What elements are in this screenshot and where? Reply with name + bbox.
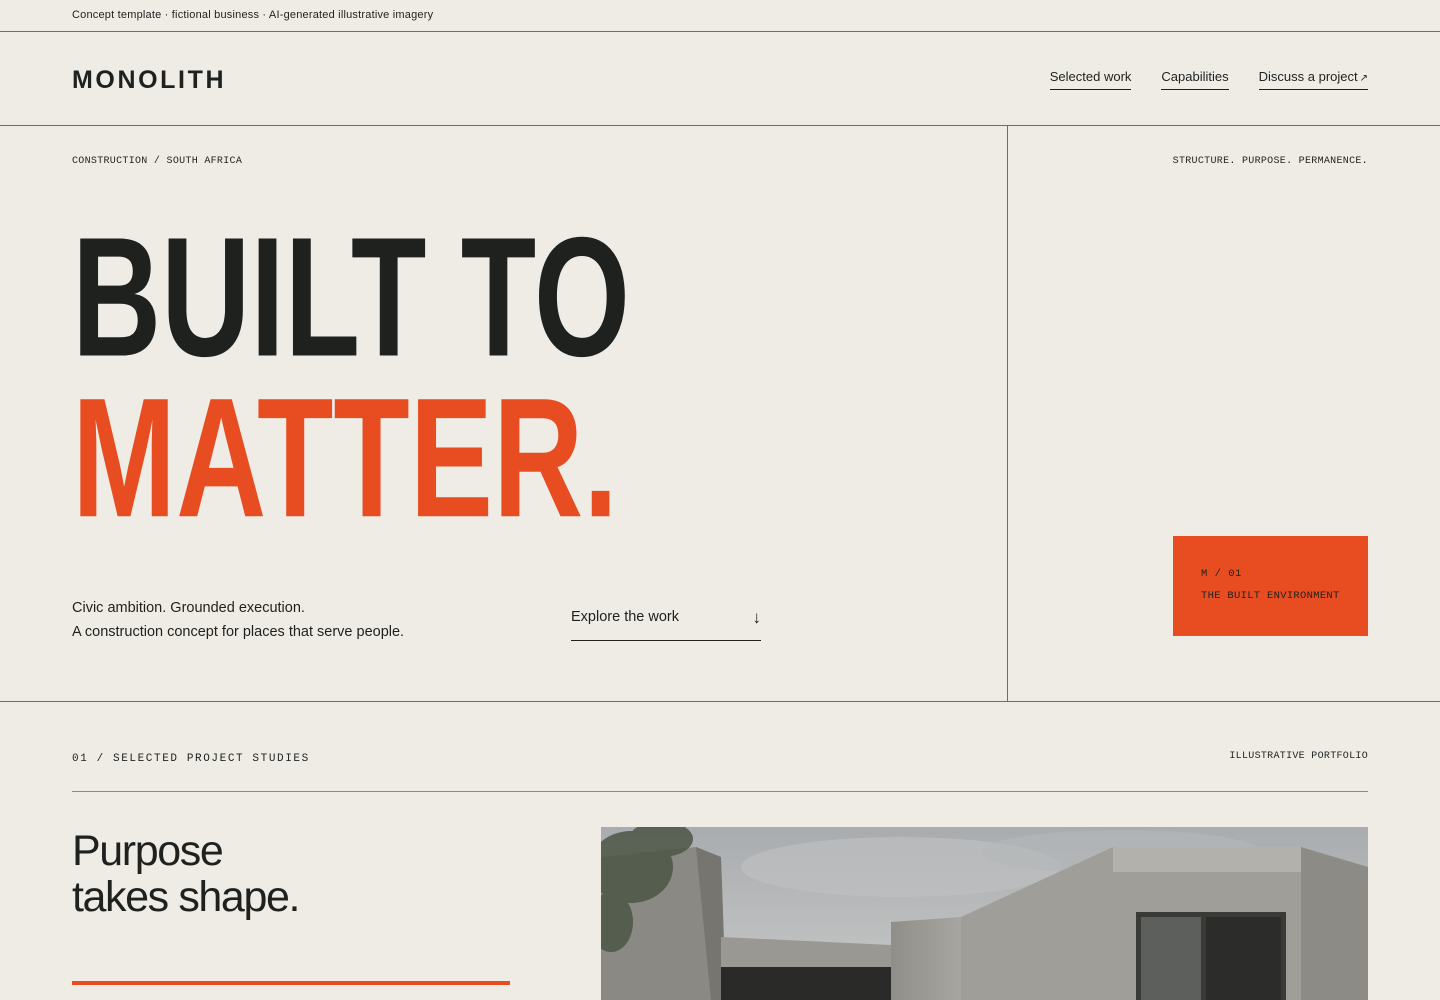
hero-description: Civic ambition. Grounded execution. A co… (72, 596, 404, 644)
nav-capabilities[interactable]: Capabilities (1161, 69, 1229, 90)
nav-selected-work-label: Selected work (1049, 69, 1132, 84)
headline-line-2: MATTER. (72, 363, 618, 540)
disclaimer-bar: Concept template · fictional business · … (0, 0, 1440, 32)
hero-tagline: STRUCTURE. PURPOSE. PERMANENCE. (1172, 156, 1368, 167)
project-photo[interactable] (601, 827, 1368, 1000)
section-heading-line-2: takes shape. (72, 873, 300, 921)
logo[interactable]: MONOLITH (72, 66, 226, 94)
disclaimer-text: Concept template · fictional business · … (72, 9, 434, 21)
main-nav: Selected work Capabilities Discuss a pro… (1049, 69, 1368, 90)
feature-card-title: THE BUILT ENVIRONMENT (1201, 590, 1340, 602)
section-rule (72, 791, 1368, 792)
arrow-down-icon: ↓ (752, 608, 762, 627)
site-header: MONOLITH Selected work Capabilities Disc… (0, 32, 1440, 126)
section-divider (0, 701, 1440, 702)
nav-selected-work[interactable]: Selected work (1049, 69, 1132, 90)
concrete-building-image (601, 827, 1368, 1000)
section-right-label: ILLUSTRATIVE PORTFOLIO (1229, 751, 1368, 762)
hero-headline: BUILT TO MATTER. (72, 210, 630, 540)
hero-eyebrow: CONSTRUCTION / SOUTH AFRICA (72, 156, 243, 167)
nav-capabilities-label: Capabilities (1161, 69, 1229, 84)
feature-card[interactable]: M / 01 THE BUILT ENVIRONMENT (1173, 536, 1368, 636)
explore-work-link[interactable]: Explore the work ↓ (571, 608, 761, 641)
hero-aside: STRUCTURE. PURPOSE. PERMANENCE. M / 01 T… (1008, 126, 1440, 701)
hero-copy-line-2: A construction concept for places that s… (72, 624, 405, 640)
explore-work-label: Explore the work (571, 609, 679, 625)
nav-discuss-project[interactable]: Discuss a project ↗ (1258, 69, 1368, 90)
section-label: 01 / SELECTED PROJECT STUDIES (72, 753, 310, 765)
hero-main: CONSTRUCTION / SOUTH AFRICA BUILT TO MAT… (0, 126, 1008, 701)
section-heading-line-1: Purpose (72, 827, 224, 875)
nav-discuss-project-label: Discuss a project (1258, 69, 1358, 84)
accent-rule (72, 981, 510, 985)
section-heading: Purpose takes shape. (72, 827, 300, 921)
feature-card-code: M / 01 (1201, 568, 1242, 580)
hero-copy-line-1: Civic ambition. Grounded execution. (72, 600, 305, 616)
arrow-up-right-icon: ↗ (1359, 73, 1368, 84)
